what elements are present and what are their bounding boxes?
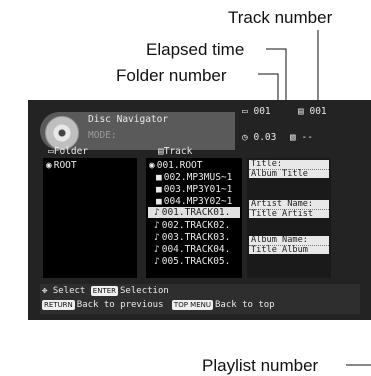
elapsed-time-indicator: ◷ 0.03 — [242, 132, 276, 143]
folder-number-value: 001 — [253, 106, 271, 117]
clock-icon: ◷ — [242, 132, 248, 143]
music-note-icon: ♪ — [154, 256, 160, 267]
artist-value: Title Artist — [249, 209, 329, 219]
mode-label: MODE: — [88, 130, 117, 141]
track-list[interactable]: ◉ 001.ROOT ■ 002.MP3MUS~1 ■ 003.MP3Y01~1 ■ 0… — [146, 158, 242, 278]
folder-small-icon: ■ — [156, 172, 162, 183]
artist-label: Artist Name: — [251, 199, 314, 209]
album-label: Album Name: — [251, 235, 308, 245]
footer-row-2: RETURN Back to previous TOP MENU Back to t… — [42, 300, 275, 310]
footer-help: ✥ Select ENTER Selection RETURN Back to pr… — [40, 284, 360, 314]
track-item[interactable]: ■ 002.MP3MUS~1 — [156, 172, 232, 183]
title-label: Title: — [251, 159, 283, 169]
album-info-box: Album Name: Title Album — [249, 235, 329, 255]
elapsed-time-value: 0.03 — [253, 132, 277, 143]
playlist-number-indicator: ▧ -- — [290, 132, 313, 143]
folder-small-icon: ■ — [156, 196, 162, 207]
disc-icon — [45, 116, 79, 150]
dpad-icon: ✥ — [42, 286, 48, 296]
track-item-label: 003.TRACK03. — [161, 232, 231, 243]
music-note-icon: ♪ — [154, 220, 160, 231]
track-number-value: 001 — [309, 106, 327, 117]
track-info-panel: Title: Album Title Artist Name: Title Ar… — [247, 158, 331, 278]
artist-info-box: Artist Name: Title Artist — [249, 199, 329, 219]
track-icon: ▤ — [298, 106, 304, 117]
folder-icon: ▭ — [242, 106, 248, 117]
disc-navigator-screen: Disc Navigator MODE: ▭ 001 ▤ 001 ◷ 0.03 … — [28, 100, 371, 320]
track-item[interactable]: ♪ 004.TRACK04. — [154, 244, 230, 255]
track-item[interactable]: ♪ 003.TRACK03. — [154, 232, 230, 243]
topmenu-key-badge: TOP MENU — [171, 300, 213, 310]
selection-text: Selection — [120, 286, 169, 296]
back-to-top-text: Back to top — [214, 300, 275, 310]
track-item-label: 003.MP3Y01~1 — [163, 184, 233, 195]
track-number-indicator: ▤ 001 — [298, 106, 327, 117]
playlist-icon: ▧ — [290, 132, 296, 143]
folder-column-header: ▭Folder — [48, 146, 88, 157]
track-item-label: 005.TRACK05. — [161, 256, 231, 267]
disc-small-icon: ◉ — [149, 160, 155, 171]
track-item-label: 001.TRACK01. — [161, 207, 231, 218]
track-header-label: Track — [163, 146, 193, 157]
folder-small-icon: ■ — [156, 184, 162, 195]
folder-number-indicator: ▭ 001 — [242, 106, 271, 117]
track-item-label: 004.TRACK04. — [161, 244, 231, 255]
track-item[interactable]: ■ 004.MP3Y02~1 — [156, 196, 232, 207]
track-item-label: 002.MP3MUS~1 — [163, 172, 233, 183]
track-item-label: 001.ROOT — [156, 160, 203, 171]
album-value: Title Album — [249, 245, 329, 255]
music-note-icon: ♪ — [154, 232, 160, 243]
track-column-header: ▤Track — [158, 146, 192, 157]
track-item[interactable]: ◉ 001.ROOT — [149, 160, 241, 171]
track-item-label: 004.MP3Y02~1 — [163, 196, 233, 207]
folder-item[interactable]: ◉ ROOT — [46, 160, 77, 171]
folder-item-label: ROOT — [53, 160, 77, 171]
track-item[interactable]: ■ 003.MP3Y01~1 — [156, 184, 232, 195]
music-note-icon: ♪ — [154, 207, 160, 218]
track-item-selected[interactable]: ♪ 001.TRACK01. — [148, 207, 240, 218]
music-note-icon: ♪ — [154, 244, 160, 255]
back-to-previous-text: Back to previous — [76, 300, 164, 310]
track-item[interactable]: ♪ 005.TRACK05. — [154, 256, 230, 267]
disc-small-icon: ◉ — [46, 160, 52, 171]
playlist-number-value: -- — [301, 132, 313, 143]
title-value: Album Title — [249, 169, 329, 179]
track-item-label: 002.TRACK02. — [161, 220, 231, 231]
title-info-box: Title: Album Title — [249, 159, 329, 179]
folder-list[interactable]: ◉ ROOT — [43, 158, 137, 278]
folder-header-label: Folder — [53, 146, 89, 157]
footer-row-1: ✥ Select ENTER Selection — [42, 286, 169, 296]
return-key-badge: RETURN — [42, 300, 75, 310]
enter-key-badge: ENTER — [90, 286, 119, 296]
screen-title: Disc Navigator — [88, 114, 169, 125]
select-text: Select — [52, 286, 86, 296]
track-item[interactable]: ♪ 002.TRACK02. — [154, 220, 230, 231]
